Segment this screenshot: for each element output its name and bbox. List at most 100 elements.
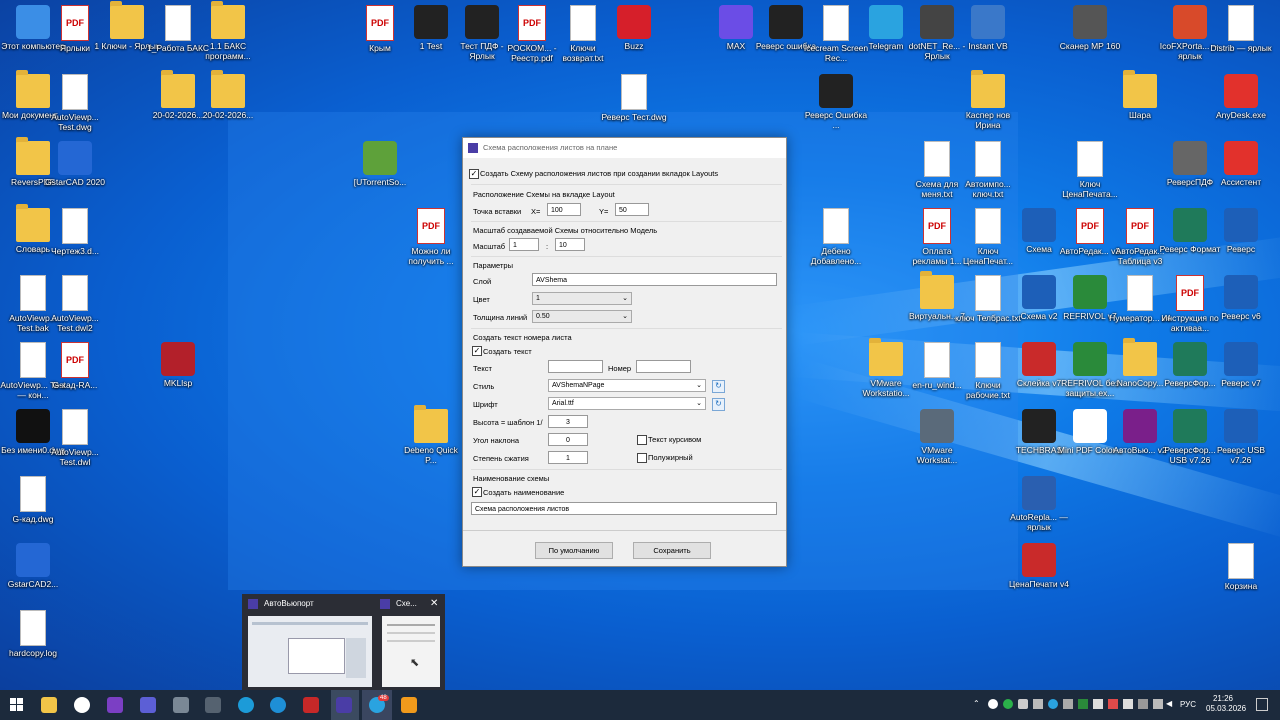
desktop-icon[interactable]: Реверс Тест.dwg (601, 74, 667, 122)
app-icon (1224, 275, 1258, 309)
desktop-icon[interactable]: Distrib — ярлык (1208, 5, 1274, 53)
name-input[interactable]: Схема расположения листов (471, 502, 777, 515)
style-select[interactable]: AVShemaNPage ⌄ (548, 379, 706, 392)
autocad-icon[interactable] (303, 697, 319, 713)
yandex-browser-icon[interactable] (74, 697, 90, 713)
desktop-icon[interactable]: AutoReplа... — ярлык (1006, 476, 1072, 532)
desktop-icon[interactable]: Реверс Ошибка ... (803, 74, 869, 130)
x-label: X= (531, 207, 541, 216)
thumb-scheme-preview[interactable]: ⬉ (382, 616, 440, 687)
x-input[interactable]: 100 (547, 203, 581, 216)
file-explorer-icon[interactable] (41, 697, 57, 713)
doc-icon (62, 74, 88, 110)
start-button[interactable] (10, 698, 23, 711)
y-input[interactable]: 50 (615, 203, 649, 216)
style-value: AVShemaNPage (552, 382, 605, 389)
desktop-icon[interactable]: 20-02-2026... (195, 70, 261, 120)
tray-window-icon[interactable] (1033, 699, 1043, 709)
default-button[interactable]: По умолчанию (535, 542, 613, 559)
desktop-icon[interactable]: GstarCAD2... (0, 543, 66, 589)
desktop-icon[interactable]: MKLlsp (145, 342, 211, 388)
scale-a-input[interactable]: 1 (509, 238, 539, 251)
tray-telegram-icon[interactable] (1048, 699, 1058, 709)
thumb-autoviewport-preview[interactable] (248, 616, 372, 687)
desktop-icon[interactable]: ЦенаПечати v4 (1006, 543, 1072, 589)
save-button[interactable]: Сохранить (633, 542, 711, 559)
language-indicator[interactable]: РУС (1180, 700, 1196, 709)
thumb-autoviewport-header[interactable]: АвтоВьюпорт (248, 598, 373, 612)
desktop-icon[interactable]: AutoViewp... Test.dwl2 (42, 275, 108, 333)
italic-checkbox[interactable] (637, 435, 647, 445)
desktop-icon[interactable]: Корзина (1208, 543, 1274, 591)
text-input[interactable] (548, 360, 603, 373)
desktop-icon[interactable]: Сканер MP 160 (1057, 5, 1123, 51)
scheme-app-icon[interactable] (336, 697, 352, 713)
create-tabs-checkbox[interactable]: ✓ (469, 169, 479, 179)
desktop-icon[interactable]: Debeno Quick P... (398, 405, 464, 465)
desktop-icon[interactable]: PDF Можно ли получить ... (398, 208, 464, 266)
refresh-style-icon[interactable]: ↻ (712, 380, 725, 393)
lineweight-select[interactable]: 0.50 ⌄ (532, 310, 632, 323)
tool-icon[interactable] (173, 697, 189, 713)
visual-studio-icon[interactable] (107, 697, 123, 713)
desktop-icon[interactable]: G-кад.dwg (0, 476, 66, 524)
app-orange-icon[interactable] (401, 697, 417, 713)
desktop-icon[interactable]: Автоимпо... ключ.txt (955, 141, 1021, 199)
desktop-icon[interactable]: PDF G-кад-RA... (42, 342, 108, 390)
edge-icon[interactable] (270, 697, 286, 713)
create-text-checkbox[interactable]: ✓ (472, 346, 482, 356)
desktop-icon[interactable]: hardcopy.log (0, 610, 66, 658)
angle-input[interactable]: 0 (548, 433, 588, 446)
notifications-icon[interactable] (1256, 698, 1268, 711)
clock[interactable]: 21:26 05.03.2026 (1206, 694, 1246, 714)
desktop-icon-label: Реверс Ошибка ... (804, 110, 868, 130)
tray-gray-icon[interactable] (1018, 699, 1028, 709)
show-hidden-icons-icon[interactable]: ⌃ (973, 699, 983, 709)
refresh-font-icon[interactable]: ↻ (712, 398, 725, 411)
desktop-icon[interactable]: Ассистент (1208, 141, 1274, 187)
font-select[interactable]: Arial.ttf ⌄ (548, 397, 706, 410)
desktop-icon[interactable]: Instant VB (955, 5, 1021, 51)
tray-red-icon[interactable] (1108, 699, 1118, 709)
battery-icon[interactable] (1153, 699, 1163, 709)
tray-green-icon[interactable] (1003, 699, 1013, 709)
tray-monitor-icon[interactable] (1063, 699, 1073, 709)
desktop-icon[interactable]: Buzz (601, 5, 667, 51)
desktop-icon[interactable]: Реверс USB v7.26 (1208, 409, 1274, 465)
preview-line (387, 624, 435, 626)
bold-checkbox[interactable] (637, 453, 647, 463)
desktop-icon[interactable]: AutoViewp... Test.dwl (42, 409, 108, 467)
desktop-icon[interactable]: GstarCAD 2020 (42, 141, 108, 187)
desktop-icon[interactable]: VMware Workstat... (904, 409, 970, 465)
visual-studio-alt-icon[interactable] (140, 697, 156, 713)
height-input[interactable]: 3 (548, 415, 588, 428)
compress-input[interactable]: 1 (548, 451, 588, 464)
color-select[interactable]: 1 ⌄ (532, 292, 632, 305)
create-name-checkbox[interactable]: ✓ (472, 487, 482, 497)
tray-green-square-icon[interactable] (1078, 699, 1088, 709)
desktop-icon[interactable]: Реверс v6 (1208, 275, 1274, 321)
desktop-icon[interactable]: 1.1 БАКС программ... (195, 1, 261, 61)
desktop-icon[interactable]: Ключ ЦенаПечата... (1057, 141, 1123, 199)
layer-input[interactable]: AVShema (532, 273, 777, 286)
network-icon[interactable] (1138, 699, 1148, 709)
desktop-icon[interactable]: Реверс v7 (1208, 342, 1274, 388)
speaker-icon[interactable]: ◀ (1166, 699, 1176, 709)
desktop-icon[interactable]: Шара (1107, 70, 1173, 120)
desktop-icon[interactable]: Чертеж3.d... (42, 208, 108, 256)
desktop-icon[interactable]: AnyDesk.exe (1208, 74, 1274, 120)
skype-icon[interactable] (238, 697, 254, 713)
tray-app-icon[interactable] (988, 699, 998, 709)
tray-doc-icon[interactable] (1093, 699, 1103, 709)
close-icon[interactable]: ✕ (430, 598, 438, 609)
desktop-icon[interactable]: AutoViewp... Test.dwg (42, 74, 108, 132)
tray-flag-icon[interactable] (1123, 699, 1133, 709)
desktop-icon[interactable]: Реверс (1208, 208, 1274, 254)
desktop-icon[interactable]: [UTorrentSo... (347, 141, 413, 187)
scissors-icon[interactable] (205, 697, 221, 713)
scale-b-input[interactable]: 10 (555, 238, 585, 251)
thumb-scheme-header[interactable]: Схе... ✕ (380, 598, 440, 612)
number-input[interactable] (636, 360, 691, 373)
desktop-icon[interactable]: Дебено Добавлено... (803, 208, 869, 266)
desktop-icon[interactable]: Каспер нов Ирина (955, 70, 1021, 130)
